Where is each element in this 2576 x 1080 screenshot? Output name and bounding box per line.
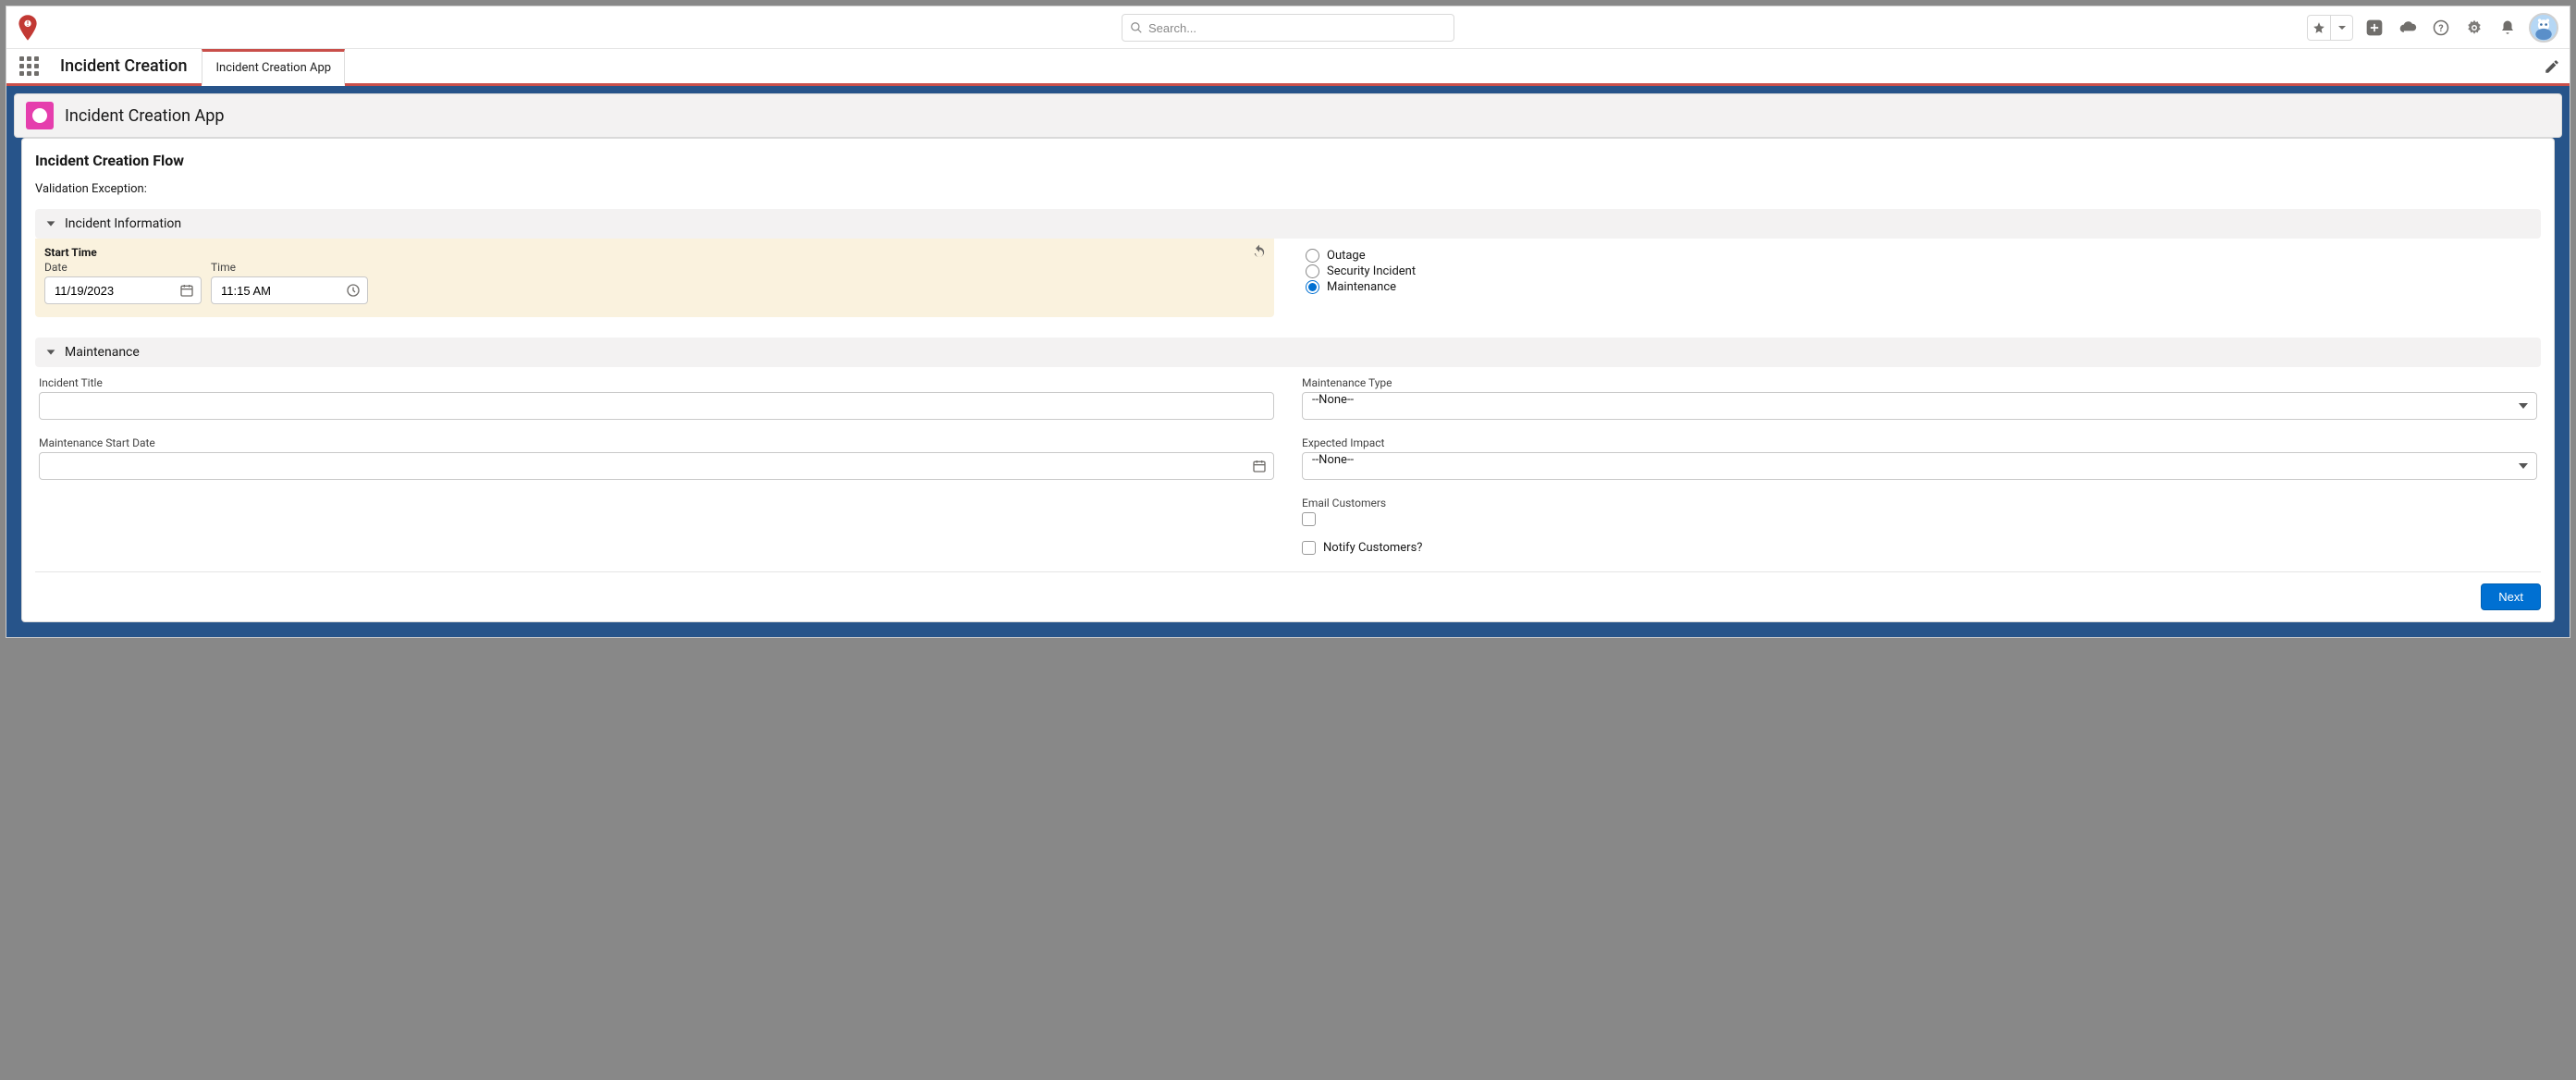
email-customers-checkbox[interactable] xyxy=(1302,512,1316,526)
tab-label: Incident Creation App xyxy=(215,61,331,75)
section-title: Incident Information xyxy=(65,216,181,231)
tab-incident-creation-app[interactable]: Incident Creation App xyxy=(202,49,345,86)
incident-type-radio-group: Outage Security Incident Maintenance xyxy=(1302,239,2541,304)
radio-icon xyxy=(1306,264,1319,278)
notifications-bell-icon[interactable] xyxy=(2496,16,2520,40)
header-utility-icons: ? xyxy=(2307,13,2558,43)
maintenance-type-select[interactable]: --None-- xyxy=(1302,392,2537,420)
global-header: ! ? xyxy=(6,6,2570,49)
incident-info-body: Start Time Date Time xyxy=(35,239,2541,317)
next-button[interactable]: Next xyxy=(2481,583,2541,610)
section-title: Maintenance xyxy=(65,345,140,360)
salesforce-cloud-icon[interactable] xyxy=(2396,16,2420,40)
start-time-input[interactable] xyxy=(211,276,368,304)
svg-text:!: ! xyxy=(27,19,29,28)
flow-card: Incident Creation Flow Validation Except… xyxy=(21,138,2555,622)
validation-exception-label: Validation Exception: xyxy=(35,182,2541,196)
section-header-maintenance[interactable]: Maintenance xyxy=(35,338,2541,367)
incident-title-label: Incident Title xyxy=(39,376,1274,389)
notify-customers-row[interactable]: Notify Customers? xyxy=(1302,541,2537,555)
incident-title-input[interactable] xyxy=(39,392,1274,420)
section-header-incident-info[interactable]: Incident Information xyxy=(35,209,2541,239)
chevron-down-icon xyxy=(44,217,57,230)
global-search xyxy=(1122,14,1454,42)
notify-customers-checkbox[interactable] xyxy=(1302,541,1316,555)
maintenance-start-date-input[interactable] xyxy=(39,452,1274,480)
global-add-icon[interactable] xyxy=(2362,16,2386,40)
flow-footer: Next xyxy=(35,571,2541,610)
favorite-dropdown-icon[interactable] xyxy=(2330,16,2352,40)
maintenance-type-label: Maintenance Type xyxy=(1302,376,2537,389)
start-time-block: Start Time Date Time xyxy=(35,239,1274,317)
search-input[interactable] xyxy=(1148,21,1446,35)
search-icon xyxy=(1130,21,1143,34)
radio-outage[interactable]: Outage xyxy=(1306,248,2537,264)
start-time-label: Start Time xyxy=(44,246,1265,259)
edit-page-icon[interactable] xyxy=(2544,58,2560,75)
page-header-title: Incident Creation App xyxy=(65,106,225,126)
favorite-star-icon[interactable] xyxy=(2308,16,2330,40)
radio-security-incident[interactable]: Security Incident xyxy=(1306,264,2537,279)
app-logo-icon: ! xyxy=(18,15,38,41)
help-icon[interactable]: ? xyxy=(2429,16,2453,40)
maintenance-section: Maintenance Incident Title Maintenance T… xyxy=(35,338,2541,555)
maintenance-start-date-label: Maintenance Start Date xyxy=(39,436,1274,449)
expected-impact-select[interactable]: --None-- xyxy=(1302,452,2537,480)
context-bar: Incident Creation App Incident Creation … xyxy=(6,86,2570,637)
radio-maintenance[interactable]: Maintenance xyxy=(1306,279,2537,295)
favorites-combo[interactable] xyxy=(2307,15,2353,41)
time-label: Time xyxy=(211,261,368,274)
radio-icon xyxy=(1306,280,1319,294)
search-box[interactable] xyxy=(1122,14,1454,42)
app-title: Incident Creation xyxy=(60,56,187,76)
date-label: Date xyxy=(44,261,202,274)
radio-label: Security Incident xyxy=(1327,264,1416,278)
app-nav-bar: Incident Creation Incident Creation App xyxy=(6,49,2570,86)
radio-label: Maintenance xyxy=(1327,280,1396,294)
undo-icon[interactable] xyxy=(1252,244,1267,259)
nav-tabs: Incident Creation App xyxy=(202,49,345,83)
svg-text:?: ? xyxy=(2438,21,2443,33)
radio-icon xyxy=(1306,249,1319,263)
email-customers-label: Email Customers xyxy=(1302,497,2537,509)
radio-label: Outage xyxy=(1327,249,1366,263)
chevron-down-icon xyxy=(44,346,57,359)
notify-customers-label: Notify Customers? xyxy=(1323,541,1422,555)
user-avatar[interactable] xyxy=(2529,13,2558,43)
setup-gear-icon[interactable] xyxy=(2462,16,2486,40)
page-header-icon xyxy=(26,102,54,129)
start-date-input[interactable] xyxy=(44,276,202,304)
page-header: Incident Creation App xyxy=(14,93,2562,138)
flow-title: Incident Creation Flow xyxy=(35,152,2541,169)
app-launcher-icon[interactable] xyxy=(19,56,40,77)
expected-impact-label: Expected Impact xyxy=(1302,436,2537,449)
